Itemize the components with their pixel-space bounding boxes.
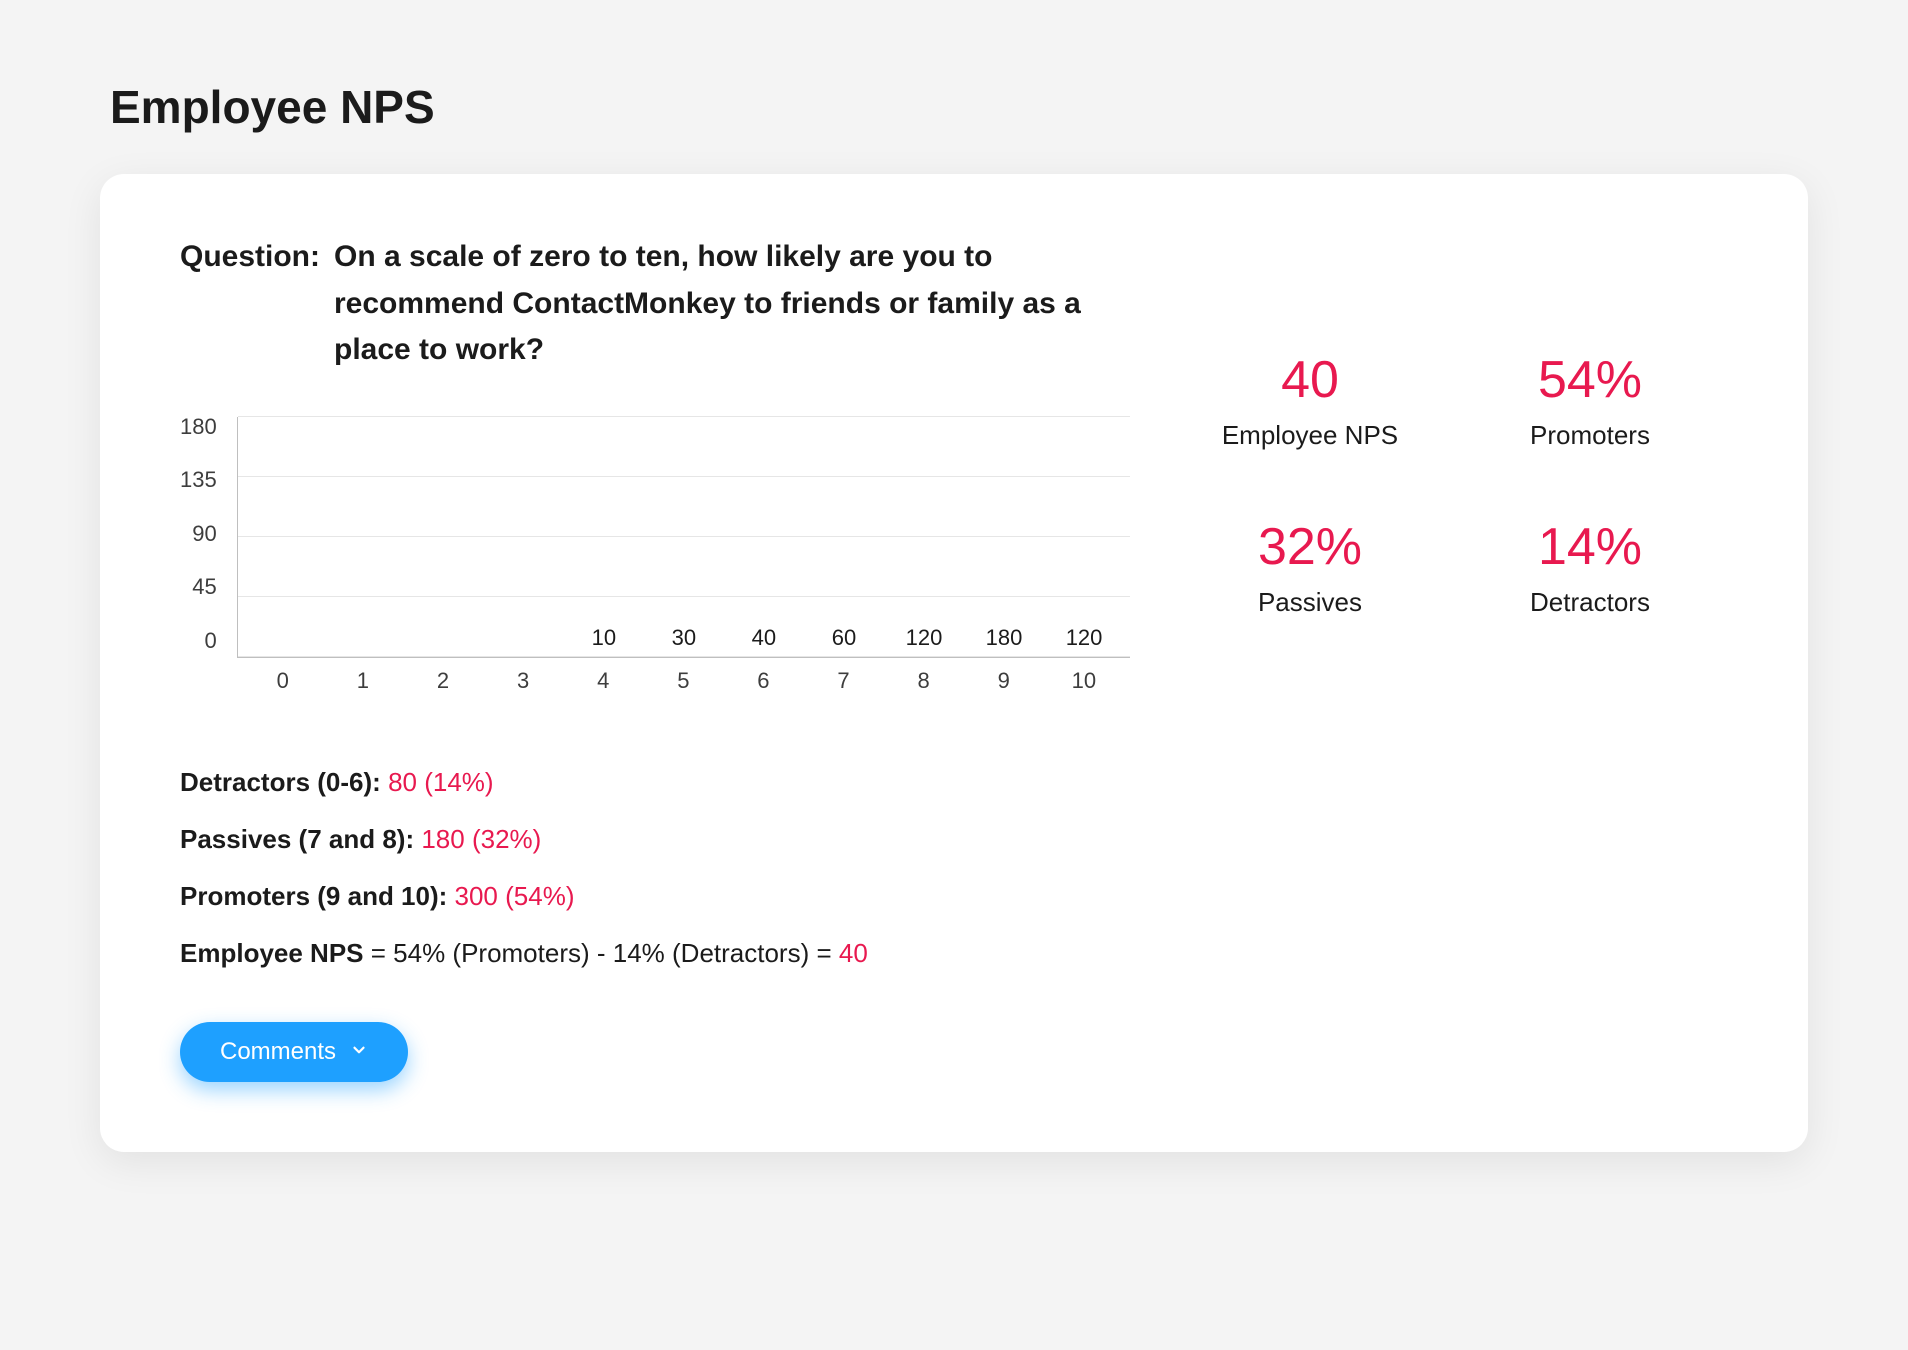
chart-gridline: [238, 596, 1130, 597]
chart-gridline: [238, 476, 1130, 477]
formula-body: = 54% (Promoters) - 14% (Detractors) =: [364, 938, 839, 968]
bar-column: 120: [1044, 625, 1124, 657]
bar-column: [244, 625, 324, 657]
formula-lead: Employee NPS: [180, 938, 364, 968]
breakdown-passives: Passives (7 and 8): 180 (32%): [180, 811, 1130, 868]
kpi-passives-value: 32%: [1190, 521, 1430, 573]
x-tick: 2: [403, 668, 483, 694]
nps-bar-chart: 18013590450 10304060120180120 0123456789…: [180, 414, 1130, 694]
bar-value-label: 30: [672, 625, 696, 651]
nps-breakdown: Detractors (0-6): 80 (14%) Passives (7 a…: [180, 754, 1130, 983]
nps-card: Question: On a scale of zero to ten, how…: [100, 174, 1808, 1152]
comments-button-label: Comments: [220, 1038, 336, 1066]
x-tick: 10: [1044, 668, 1124, 694]
kpi-passives-label: Passives: [1190, 587, 1430, 618]
comments-button[interactable]: Comments: [180, 1022, 408, 1082]
x-tick: 8: [884, 668, 964, 694]
chart-plot-area: 10 30 40 60 120 180 120: [237, 417, 1130, 658]
x-tick: 7: [803, 668, 883, 694]
kpi-promoters-value: 54%: [1470, 354, 1710, 406]
y-tick: 0: [180, 628, 217, 654]
chart-x-axis: 012345678910: [237, 658, 1130, 694]
nps-formula: Employee NPS = 54% (Promoters) - 14% (De…: [180, 925, 1130, 982]
bar-value-label: 60: [832, 625, 856, 651]
chart-gridline: [238, 656, 1130, 657]
bar-value-label: 180: [986, 625, 1023, 651]
x-tick: 3: [483, 668, 563, 694]
promoters-value: 300 (54%): [455, 881, 575, 911]
kpi-detractors-label: Detractors: [1470, 587, 1710, 618]
breakdown-detractors: Detractors (0-6): 80 (14%): [180, 754, 1130, 811]
kpi-passives: 32% Passives: [1190, 521, 1430, 618]
bar-column: 30: [644, 625, 724, 657]
x-tick: 4: [563, 668, 643, 694]
x-tick: 1: [323, 668, 403, 694]
kpi-employee-nps: 40 Employee NPS: [1190, 354, 1430, 451]
chevron-down-icon: [350, 1038, 368, 1066]
passives-value: 180 (32%): [421, 824, 541, 854]
bar-column: 10: [564, 625, 644, 657]
x-tick: 0: [243, 668, 323, 694]
detractors-label: Detractors (0-6):: [180, 767, 388, 797]
bar-column: 120: [884, 625, 964, 657]
kpi-detractors: 14% Detractors: [1470, 521, 1710, 618]
bar-column: 40: [724, 625, 804, 657]
page-title: Employee NPS: [110, 80, 1808, 134]
x-tick: 6: [723, 668, 803, 694]
bar-column: [404, 625, 484, 657]
breakdown-promoters: Promoters (9 and 10): 300 (54%): [180, 868, 1130, 925]
kpi-promoters: 54% Promoters: [1470, 354, 1710, 451]
survey-question: Question: On a scale of zero to ten, how…: [180, 234, 1130, 374]
bar-column: [324, 625, 404, 657]
kpi-promoters-label: Promoters: [1470, 420, 1710, 451]
chart-gridline: [238, 416, 1130, 417]
x-tick: 9: [964, 668, 1044, 694]
bar-column: 180: [964, 625, 1044, 657]
chart-gridline: [238, 536, 1130, 537]
promoters-label: Promoters (9 and 10):: [180, 881, 455, 911]
kpi-employee-nps-label: Employee NPS: [1190, 420, 1430, 451]
y-tick: 135: [180, 467, 217, 493]
detractors-value: 80 (14%): [388, 767, 494, 797]
chart-y-axis: 180 135 90 45 0: [180, 414, 227, 654]
kpi-grid: 40 Employee NPS 54% Promoters 32% Passiv…: [1190, 354, 1710, 618]
kpi-detractors-value: 14%: [1470, 521, 1710, 573]
bar-column: 60: [804, 625, 884, 657]
bar-value-label: 120: [906, 625, 943, 651]
question-label: Question:: [180, 234, 320, 374]
y-tick: 45: [180, 574, 217, 600]
bar-value-label: 10: [592, 625, 616, 651]
question-text: On a scale of zero to ten, how likely ar…: [334, 234, 1130, 374]
y-tick: 90: [180, 521, 217, 547]
bar-value-label: 40: [752, 625, 776, 651]
passives-label: Passives (7 and 8):: [180, 824, 421, 854]
formula-result: 40: [839, 938, 868, 968]
bar-value-label: 120: [1066, 625, 1103, 651]
kpi-employee-nps-value: 40: [1190, 354, 1430, 406]
y-tick: 180: [180, 414, 217, 440]
bar-column: [484, 625, 564, 657]
x-tick: 5: [643, 668, 723, 694]
